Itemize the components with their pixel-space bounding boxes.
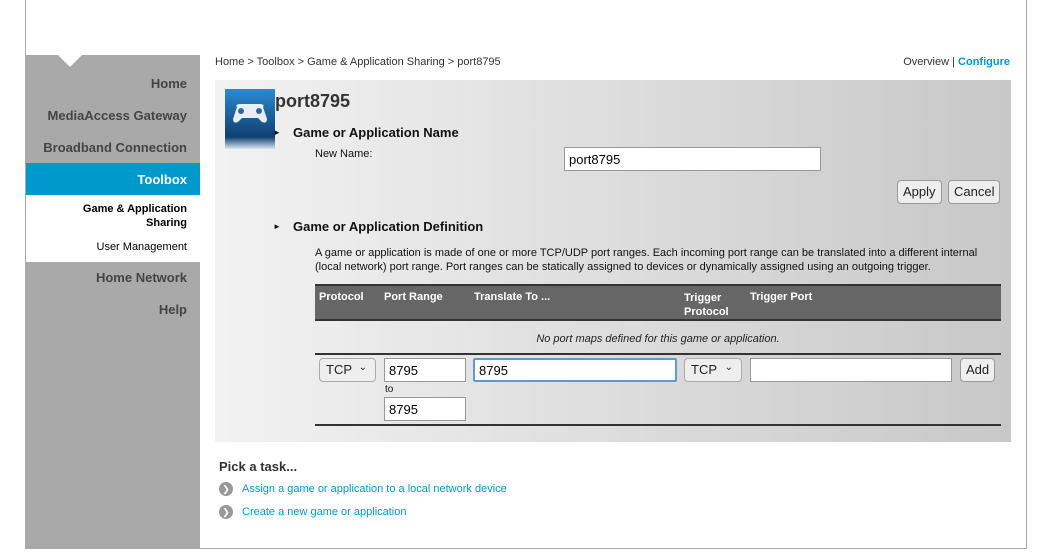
chevron-down-icon: ⌄	[724, 362, 733, 373]
sidebar-subitem-game-sharing[interactable]: Game & Application Sharing	[67, 202, 187, 230]
sidebar-item-help[interactable]: Help	[159, 302, 187, 317]
col-protocol: Protocol	[319, 291, 364, 303]
sidebar-item-home-network[interactable]: Home Network	[96, 270, 187, 285]
definition-section-heading: Game or Application Definition	[273, 219, 483, 234]
port-map-table-header: Protocol Port Range Translate To ... Tri…	[315, 284, 1001, 320]
gamepad-icon	[225, 89, 275, 149]
definition-description: A game or application is made of one or …	[315, 247, 978, 273]
submenu: Game & Application Sharing User Manageme…	[26, 195, 200, 262]
breadcrumb: Home > Toolbox > Game & Application Shar…	[215, 56, 501, 68]
table-bottom-border	[315, 424, 1001, 426]
trigger-port-input[interactable]	[750, 358, 952, 382]
arrow-right-icon: ❯	[219, 482, 233, 496]
notch	[58, 55, 82, 67]
overview-link[interactable]: Overview	[903, 56, 949, 68]
task-create-link[interactable]: ❯ Create a new game or application	[219, 505, 406, 519]
sidebar-item-home[interactable]: Home	[151, 76, 187, 91]
new-name-input[interactable]	[564, 147, 821, 171]
sidebar-item-gateway[interactable]: MediaAccess Gateway	[48, 108, 187, 123]
view-links: Overview | Configure	[903, 56, 1010, 68]
col-translate: Translate To ...	[474, 291, 551, 303]
translate-to-input[interactable]	[473, 358, 677, 382]
page-title: port8795	[275, 91, 351, 111]
arrow-right-icon: ❯	[219, 505, 233, 519]
protocol-select[interactable]: TCP ⌄	[319, 358, 376, 382]
task-assign-link[interactable]: ❯ Assign a game or application to a local…	[219, 482, 507, 496]
pick-task-heading: Pick a task...	[219, 459, 298, 474]
col-trigger-protocol: Trigger Protocol	[684, 292, 729, 318]
sidebar-item-broadband[interactable]: Broadband Connection	[43, 140, 187, 155]
col-trigger-port: Trigger Port	[750, 291, 813, 303]
sidebar: Home MediaAccess Gateway Broadband Conne…	[26, 55, 200, 549]
add-button[interactable]: Add	[960, 358, 996, 382]
chevron-down-icon: ⌄	[358, 362, 367, 373]
new-name-label: New Name:	[315, 148, 373, 160]
port-range-to-input[interactable]	[384, 397, 466, 421]
sidebar-subitem-user-management[interactable]: User Management	[97, 241, 188, 253]
to-label: to	[385, 384, 394, 395]
cancel-button[interactable]: Cancel	[948, 180, 1001, 204]
content-panel: port8795 Game or Application Name New Na…	[215, 80, 1011, 442]
separator: |	[952, 56, 955, 68]
name-section-heading: Game or Application Name	[273, 125, 459, 140]
trigger-protocol-select[interactable]: TCP ⌄	[684, 358, 742, 382]
configure-link[interactable]: Configure	[958, 56, 1010, 68]
col-port-range: Port Range	[384, 291, 443, 303]
apply-button[interactable]: Apply	[897, 180, 942, 204]
sidebar-item-toolbox[interactable]: Toolbox	[26, 163, 200, 195]
empty-message: No port maps defined for this game or ap…	[315, 319, 1001, 355]
port-range-from-input[interactable]	[384, 358, 466, 382]
